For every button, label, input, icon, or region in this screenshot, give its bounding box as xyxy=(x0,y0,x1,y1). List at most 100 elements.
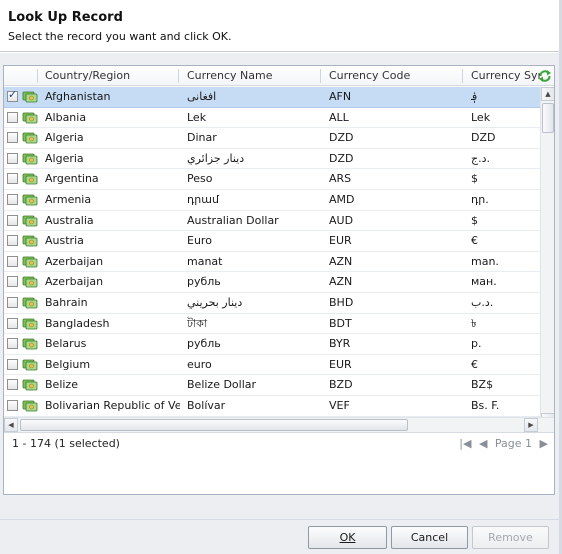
row-checkbox[interactable] xyxy=(7,400,18,411)
cell-currency-symbol: Lek xyxy=(471,110,491,124)
cell-currency-code: AZN xyxy=(329,254,353,268)
table-row[interactable]: Armenia դրամ AMD դր. xyxy=(4,190,540,211)
ok-button-label: OK xyxy=(339,531,356,544)
previous-page-icon[interactable]: ◀ xyxy=(479,437,487,450)
dialog-title: Look Up Record xyxy=(8,10,123,25)
row-checkbox[interactable] xyxy=(7,338,18,350)
currency-record-icon xyxy=(22,297,38,309)
currency-record-icon xyxy=(22,400,38,412)
currency-record-icon xyxy=(22,379,38,391)
cell-currency-symbol: د.ب. xyxy=(471,296,494,309)
scroll-left-arrow-icon[interactable]: ◀ xyxy=(4,418,18,432)
table-row[interactable]: Bolivarian Republic of Ve... Bolívar VEF Bs… xyxy=(4,396,540,417)
table-row[interactable]: Belize Belize Dollar BZD BZ$ xyxy=(4,375,540,396)
pager: |◀ ◀ Page 1 ▶ xyxy=(455,437,548,450)
cell-currency-symbol: ман. xyxy=(471,275,497,289)
scroll-up-arrow-icon[interactable]: ▲ xyxy=(541,87,554,101)
table-row[interactable]: Belgium euro EUR € xyxy=(4,355,540,376)
row-checkbox[interactable] xyxy=(7,152,18,164)
row-checkbox[interactable] xyxy=(7,214,18,226)
table-row[interactable]: Afghanistan افغانی AFN ؋ xyxy=(4,87,540,108)
column-header-currency-symbol[interactable]: Currency Symbol xyxy=(464,66,540,86)
row-checkbox[interactable] xyxy=(7,317,18,329)
table-row[interactable]: Argentina Peso ARS $ xyxy=(4,169,540,190)
cell-currency-symbol: DZD xyxy=(471,131,496,145)
refresh-icon[interactable] xyxy=(538,69,552,83)
cell-currency-code: ARS xyxy=(329,172,352,186)
column-separator xyxy=(320,69,321,83)
cell-currency-name: Belize Dollar xyxy=(187,378,257,392)
row-checkbox[interactable] xyxy=(7,297,18,308)
table-row[interactable]: Algeria Dinar DZD DZD xyxy=(4,128,540,149)
row-checkbox[interactable] xyxy=(7,132,18,144)
currency-record-icon xyxy=(22,91,38,103)
row-checkbox[interactable] xyxy=(7,255,18,267)
cell-currency-name: рубль xyxy=(187,275,221,289)
cell-currency-symbol: man. xyxy=(471,254,499,268)
currency-record-icon xyxy=(22,359,38,371)
row-checkbox[interactable] xyxy=(7,358,18,370)
cell-currency-code: AUD xyxy=(329,213,354,227)
cell-currency-name: Dinar xyxy=(187,131,217,145)
table-row[interactable]: Albania Lek ALL Lek xyxy=(4,108,540,129)
dialog-button-bar: OK Cancel Remove Value xyxy=(0,519,559,554)
currency-record-icon xyxy=(22,132,38,144)
cell-currency-name: Euro xyxy=(187,234,212,248)
record-count: 1 - 174 (1 selected) xyxy=(12,437,120,450)
cell-country: Bangladesh xyxy=(45,316,110,330)
cell-currency-symbol: р. xyxy=(471,337,482,351)
currency-record-icon xyxy=(22,338,38,350)
cell-currency-code: BDT xyxy=(329,316,352,330)
row-checkbox[interactable] xyxy=(7,88,18,102)
vertical-scroll-thumb[interactable] xyxy=(542,103,554,133)
column-separator xyxy=(462,69,463,83)
column-header-currency-code[interactable]: Currency Code xyxy=(322,66,462,86)
scroll-right-arrow-icon[interactable]: ▶ xyxy=(524,418,538,432)
cell-country: Argentina xyxy=(45,172,99,186)
currency-record-icon xyxy=(22,112,38,123)
table-row[interactable]: Azerbaijan рубль AZN ман. xyxy=(4,272,540,293)
column-header-country[interactable]: Country/Region xyxy=(38,66,178,86)
row-checkbox[interactable] xyxy=(7,379,18,391)
table-row[interactable]: Austria Euro EUR € xyxy=(4,231,540,252)
cell-country: Algeria xyxy=(45,151,84,165)
row-checkbox[interactable] xyxy=(7,173,18,185)
ok-button[interactable]: OK xyxy=(308,526,387,549)
table-row[interactable]: Algeria دينار جزائري DZD د.ج. xyxy=(4,149,540,170)
cell-currency-code: BZD xyxy=(329,378,353,392)
row-checkbox[interactable] xyxy=(7,111,18,123)
row-checkbox[interactable] xyxy=(7,235,18,247)
table-row[interactable]: Australia Australian Dollar AUD $ xyxy=(4,211,540,232)
cell-country: Algeria xyxy=(45,131,84,145)
table-row[interactable]: Belarus рубль BYR р. xyxy=(4,334,540,355)
cell-currency-name: manat xyxy=(187,254,223,268)
cell-currency-symbol: $ xyxy=(471,213,478,227)
cell-currency-code: EUR xyxy=(329,234,352,248)
row-checkbox[interactable] xyxy=(7,194,18,205)
table-row[interactable]: Azerbaijan manat AZN man. xyxy=(4,252,540,273)
currency-record-icon xyxy=(22,153,38,165)
vertical-scrollbar[interactable]: ▲ ▼ xyxy=(540,87,554,427)
next-page-icon[interactable]: ▶ xyxy=(540,437,548,450)
cell-currency-symbol: $ xyxy=(471,172,478,186)
horizontal-scroll-thumb[interactable] xyxy=(20,419,408,431)
first-page-icon[interactable]: |◀ xyxy=(459,437,471,450)
horizontal-scrollbar[interactable]: ◀ ▶ xyxy=(4,417,554,432)
cell-currency-code: ALL xyxy=(329,110,349,124)
cell-currency-name: դրամ xyxy=(187,193,219,206)
cell-currency-symbol: ৳ xyxy=(471,316,477,330)
cancel-button-label: Cancel xyxy=(410,531,449,544)
cell-country: Bahrain xyxy=(45,296,88,309)
cell-currency-name: Lek xyxy=(187,110,207,124)
cell-currency-code: EUR xyxy=(329,357,352,371)
cell-currency-code: DZD xyxy=(329,131,354,145)
table-row[interactable]: Bahrain دينار بحريني BHD د.ب. xyxy=(4,293,540,314)
cell-currency-code: BHD xyxy=(329,296,354,309)
cell-currency-symbol: € xyxy=(471,357,478,371)
cancel-button[interactable]: Cancel xyxy=(391,526,468,549)
row-checkbox[interactable] xyxy=(7,276,18,288)
cell-currency-name: دينار جزائري xyxy=(187,151,245,165)
column-header-currency-name[interactable]: Currency Name xyxy=(180,66,320,86)
table-row[interactable]: Bangladesh টাকা BDT ৳ xyxy=(4,314,540,335)
currency-record-icon xyxy=(22,276,38,288)
